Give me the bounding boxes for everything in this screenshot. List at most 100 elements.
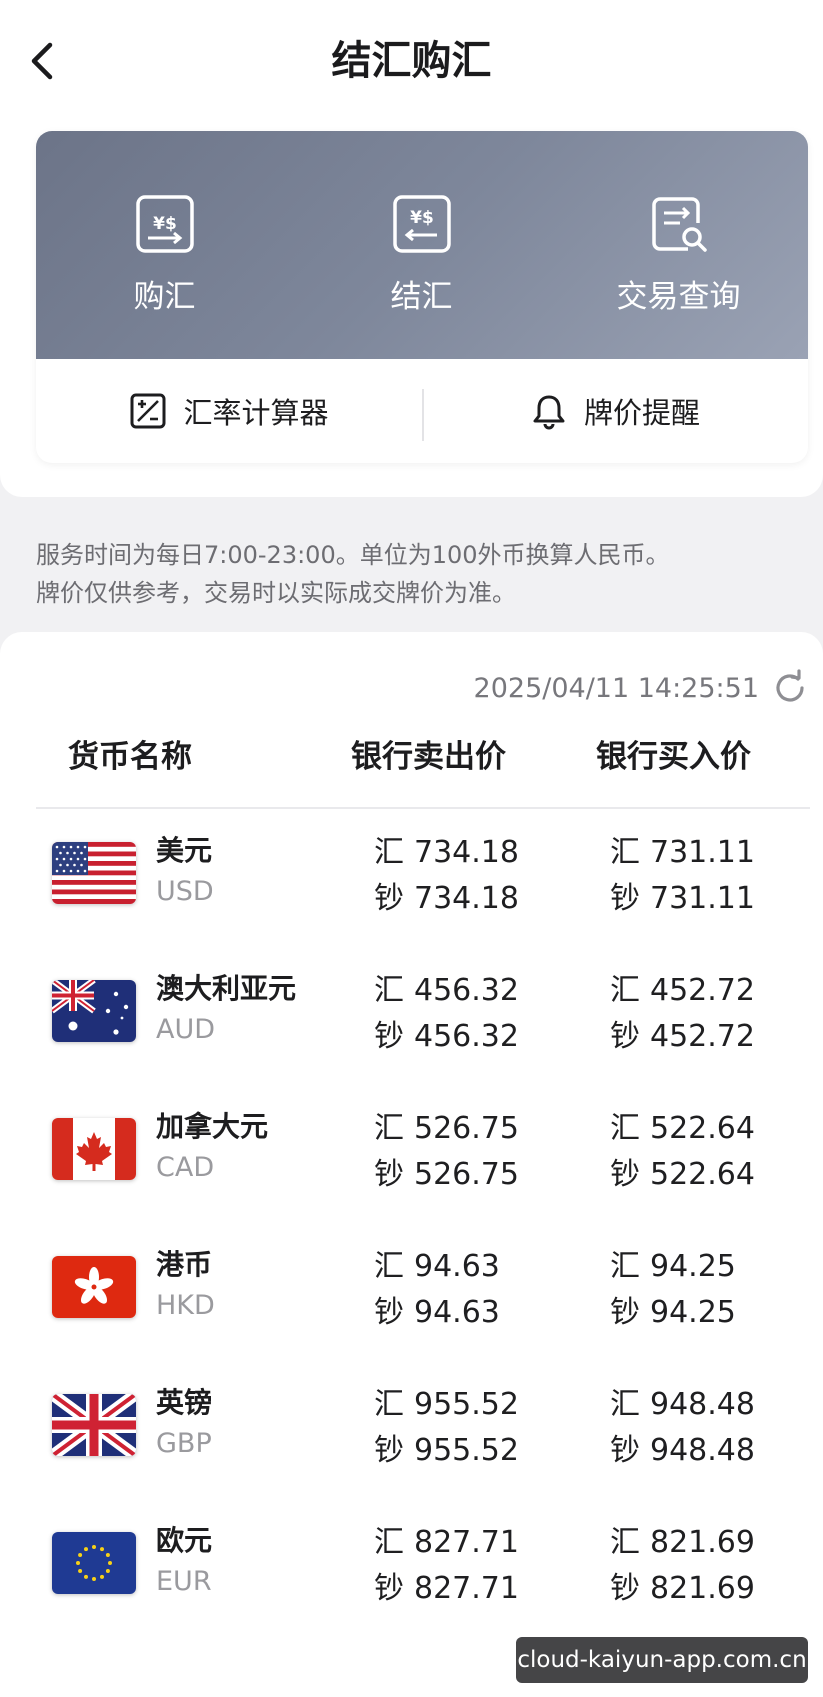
header-buy-price: 银行买入价 [596,739,751,775]
page-title: 结汇购汇 [331,38,492,84]
hkd-flag-icon [52,1256,136,1318]
sell-fx-label: 结汇 [390,279,453,315]
cash-tag: 钞 [374,1571,404,1606]
header-divider [36,807,810,809]
fx-tools-bar: 汇率计算器 牌价提醒 [36,359,808,463]
price-alert-label: 牌价提醒 [583,396,700,430]
rate-calculator-button[interactable]: 汇率计算器 [36,359,422,463]
cash-tag: 钞 [374,881,404,916]
cash-tag: 钞 [374,1433,404,1468]
sell-remit-price: 汇 955.52 [374,1382,519,1428]
price-alert-button[interactable]: 牌价提醒 [422,359,808,463]
currency-name: 港币 [156,1248,213,1281]
cash-tag: 钞 [610,1433,640,1468]
price-value: 526.75 [414,1157,519,1192]
price-value: 94.63 [414,1249,500,1284]
currency-code: HKD [156,1290,215,1321]
nav-bar: 结汇购汇 [0,0,823,122]
table-row[interactable]: 加拿大元 CAD 汇 526.75 钞 526.75 汇 522.64 钞 522.64 [0,1106,823,1244]
price-value: 955.52 [414,1387,519,1422]
buy-fx-icon: ¥$ [135,195,194,253]
timestamp-row: 2025/04/11 14:25:51 [474,668,809,708]
table-row[interactable]: 澳大利亚元 AUD 汇 456.32 钞 456.32 汇 452.72 钞 452.7… [0,968,823,1106]
cash-tag: 钞 [610,1295,640,1330]
buy-fx-label: 购汇 [133,279,196,315]
price-value: 827.71 [414,1525,519,1560]
currency-code: EUR [156,1566,212,1597]
remit-tag: 汇 [374,1249,404,1284]
aud-flag-icon [52,980,136,1042]
price-value: 734.18 [414,881,519,916]
top-area: 结汇购汇 ¥$ 购汇 ¥$ 结汇 交易查询 汇率计算器 牌价提醒 [0,0,823,497]
sell-remit-price: 汇 94.63 [374,1244,500,1290]
price-value: 731.11 [650,835,755,870]
transaction-query-button[interactable]: 交易查询 [550,131,807,359]
sell-cash-price: 钞 827.71 [374,1566,519,1612]
price-value: 526.75 [414,1111,519,1146]
cash-tag: 钞 [610,1157,640,1192]
table-row[interactable]: 港币 HKD 汇 94.63 钞 94.63 汇 94.25 钞 94.25 [0,1244,823,1382]
price-value: 955.52 [414,1433,519,1468]
usd-flag-icon [52,842,136,904]
price-value: 94.63 [414,1295,500,1330]
notice-line-2: 牌价仅供参考，交易时以实际成交牌价为准。 [36,579,516,607]
buy-fx-button[interactable]: ¥$ 购汇 [36,131,293,359]
currency-name: 英镑 [156,1386,213,1419]
currency-code: CAD [156,1152,215,1183]
cash-tag: 钞 [610,1019,640,1054]
svg-text:¥$: ¥$ [410,208,434,228]
transaction-query-icon [651,197,707,252]
notice-line-1: 服务时间为每日7:00-23:00。单位为100外币换算人民币。 [36,541,670,569]
eur-flag-icon [52,1532,136,1594]
remit-tag: 汇 [374,835,404,870]
remit-tag: 汇 [610,973,640,1008]
remit-tag: 汇 [610,1111,640,1146]
sell-cash-price: 钞 526.75 [374,1152,519,1198]
buy-remit-price: 汇 731.11 [610,830,755,876]
sell-cash-price: 钞 734.18 [374,876,519,922]
refresh-icon[interactable] [771,669,809,707]
sell-remit-price: 汇 526.75 [374,1106,519,1152]
buy-remit-price: 汇 522.64 [610,1106,755,1152]
sell-remit-price: 汇 456.32 [374,968,519,1014]
currency-name: 美元 [156,834,213,867]
price-value: 821.69 [650,1571,755,1606]
transaction-query-label: 交易查询 [616,279,741,315]
buy-remit-price: 汇 948.48 [610,1382,755,1428]
price-value: 731.11 [650,881,755,916]
buy-cash-price: 钞 522.64 [610,1152,755,1198]
remit-tag: 汇 [374,973,404,1008]
sell-fx-button[interactable]: ¥$ 结汇 [293,131,550,359]
header-currency: 货币名称 [68,739,192,775]
bell-icon [533,395,565,430]
remit-tag: 汇 [610,1249,640,1284]
currency-name: 澳大利亚元 [156,972,297,1005]
sell-cash-price: 钞 955.52 [374,1428,519,1474]
sell-cash-price: 钞 456.32 [374,1014,519,1060]
sell-cash-price: 钞 94.63 [374,1290,500,1336]
currency-code: AUD [156,1014,216,1045]
fx-actions-panel: ¥$ 购汇 ¥$ 结汇 交易查询 [36,131,808,359]
remit-tag: 汇 [610,1387,640,1422]
header-sell-price: 银行卖出价 [351,739,506,775]
buy-cash-price: 钞 452.72 [610,1014,755,1060]
currency-name: 加拿大元 [156,1110,269,1143]
svg-text:¥$: ¥$ [153,214,177,234]
cash-tag: 钞 [374,1157,404,1192]
currency-code: GBP [156,1428,212,1459]
table-row[interactable]: 美元 USD 汇 734.18 钞 734.18 汇 731.11 钞 731.11 [0,830,823,968]
price-value: 734.18 [414,835,519,870]
remit-tag: 汇 [610,1525,640,1560]
price-value: 948.48 [650,1433,755,1468]
buy-cash-price: 钞 94.25 [610,1290,736,1336]
buy-cash-price: 钞 948.48 [610,1428,755,1474]
price-value: 948.48 [650,1387,755,1422]
sell-remit-price: 汇 827.71 [374,1520,519,1566]
remit-tag: 汇 [374,1525,404,1560]
price-value: 827.71 [414,1571,519,1606]
price-value: 452.72 [650,973,755,1008]
price-value: 456.32 [414,1019,519,1054]
cad-flag-icon [52,1118,136,1180]
table-row[interactable]: 英镑 GBP 汇 955.52 钞 955.52 汇 948.48 钞 948.48 [0,1382,823,1520]
cash-tag: 钞 [610,1571,640,1606]
